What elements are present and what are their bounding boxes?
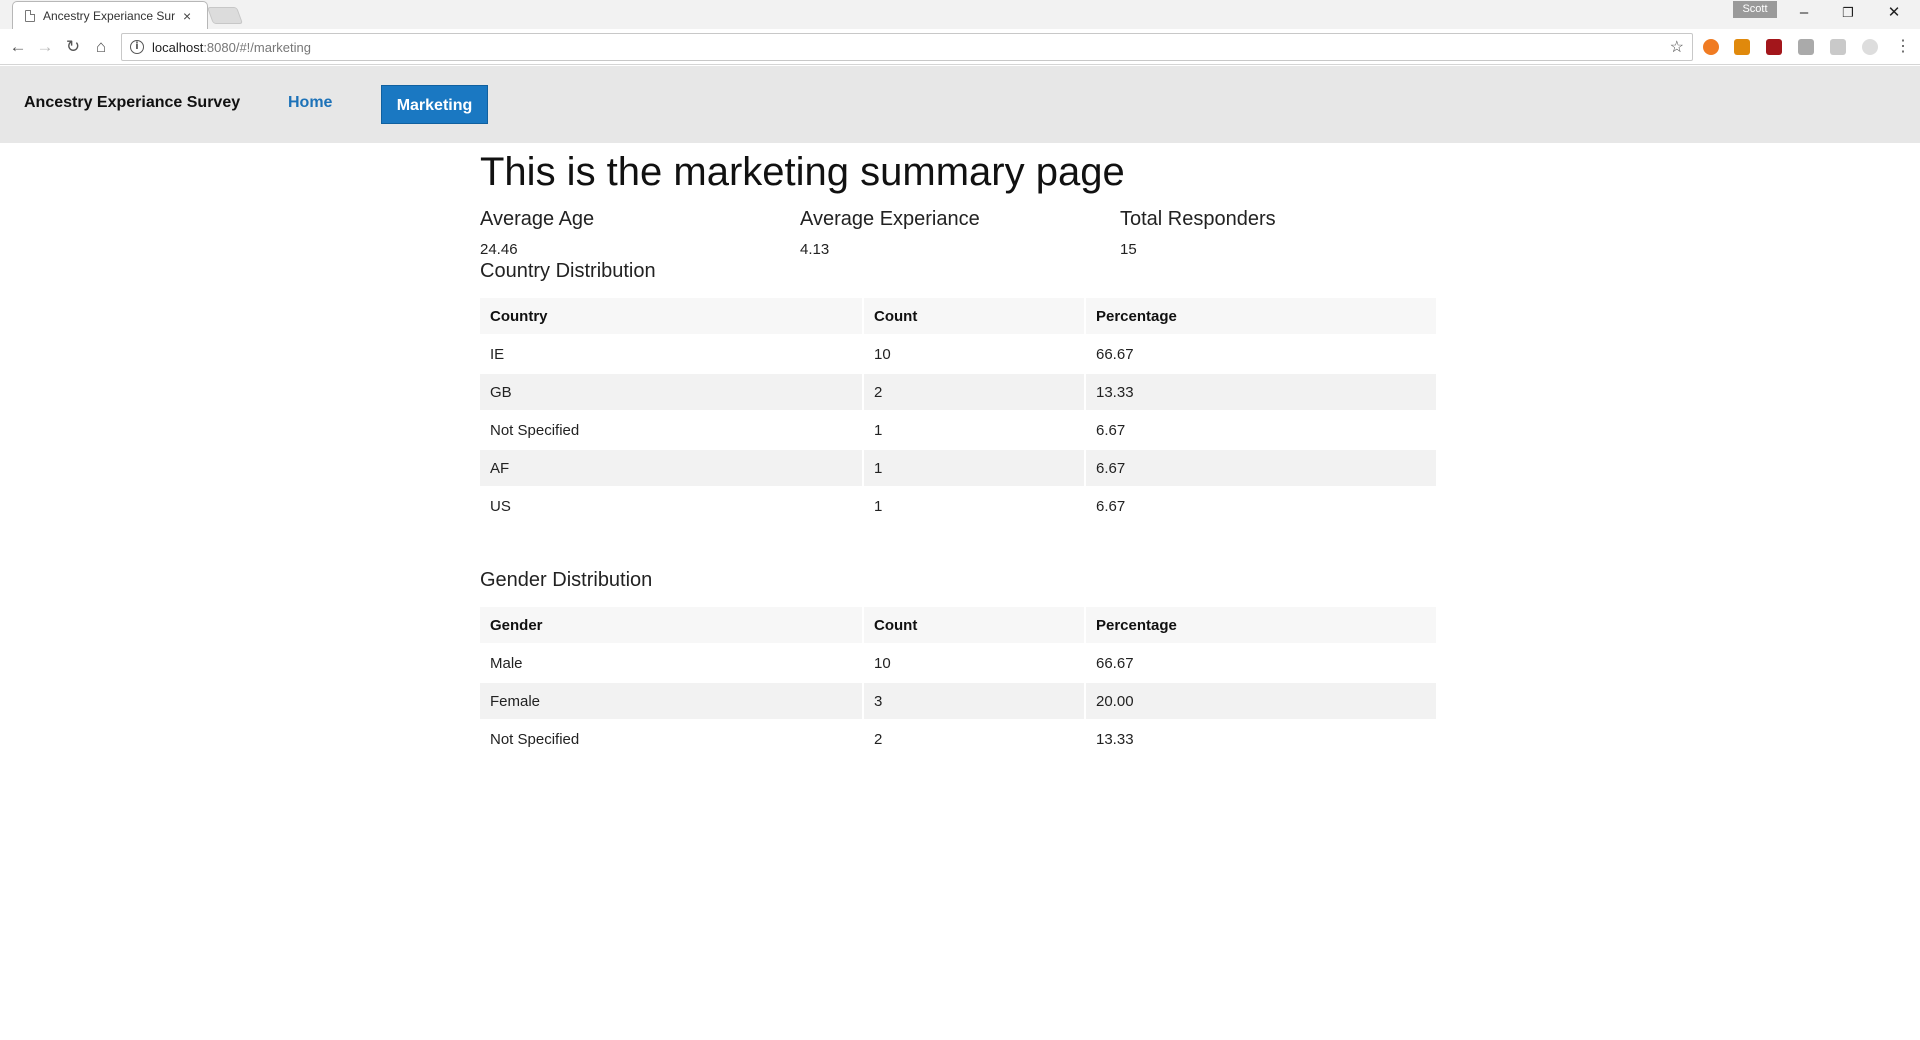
restore-icon[interactable]: ❐ bbox=[1826, 2, 1870, 24]
table-row: US 1 6.67 bbox=[480, 488, 1436, 524]
extension-icon[interactable] bbox=[1830, 39, 1846, 55]
menu-kebab-icon[interactable]: ⋮ bbox=[1890, 34, 1916, 60]
ublock-shield-icon[interactable] bbox=[1766, 39, 1782, 55]
stats-row: Average Age 24.46 Average Experiance 4.1… bbox=[480, 207, 1440, 259]
site-brand[interactable]: Ancestry Experiance Survey bbox=[24, 94, 240, 112]
column-header: Gender bbox=[480, 607, 862, 643]
tab-title: Ancestry Experiance Surv bbox=[43, 8, 175, 23]
table-cell: GB bbox=[480, 374, 862, 410]
table-cell: 3 bbox=[864, 683, 1084, 719]
window-close-icon[interactable]: ✕ bbox=[1872, 2, 1916, 24]
stat-average-experiance: Average Experiance 4.13 bbox=[800, 207, 1120, 259]
nav-home-link[interactable]: Home bbox=[288, 94, 332, 112]
table-cell: 6.67 bbox=[1086, 450, 1436, 486]
column-header: Percentage bbox=[1086, 298, 1436, 334]
table-cell: 10 bbox=[874, 345, 891, 363]
table-cell: US bbox=[490, 497, 511, 515]
table-cell: AF bbox=[480, 450, 862, 486]
stat-value: 4.13 bbox=[800, 241, 830, 258]
table-cell: 66.67 bbox=[1096, 345, 1134, 363]
table-cell: IE bbox=[490, 345, 505, 363]
table-cell: 2 bbox=[864, 374, 1084, 410]
stat-value: 15 bbox=[1120, 241, 1137, 258]
main-content: This is the marketing summary page Avera… bbox=[480, 143, 1440, 759]
table-cell: Not Specified bbox=[490, 421, 580, 439]
table-row: IE 10 66.67 bbox=[480, 336, 1436, 372]
reload-icon[interactable]: ↻ bbox=[60, 34, 86, 60]
table-cell: 6.67 bbox=[1096, 497, 1126, 515]
stat-label: Average Age bbox=[480, 208, 595, 230]
table-row: GB 2 13.33 bbox=[480, 374, 1436, 410]
table-cell: 1 bbox=[874, 421, 883, 439]
page-icon bbox=[25, 9, 35, 22]
address-bar[interactable]: i localhost:8080/#!/marketing ☆ bbox=[121, 33, 1693, 61]
country-distribution-section: Country Distribution Country Count Perce… bbox=[480, 259, 1440, 526]
table-cell: 2 bbox=[874, 730, 883, 748]
table-row: Female 3 20.00 bbox=[480, 683, 1436, 719]
extension-icon[interactable] bbox=[1734, 39, 1750, 55]
table-header-row: Country Count Percentage bbox=[480, 298, 1436, 334]
table-header-row: Gender Count Percentage bbox=[480, 607, 1436, 643]
stat-total-responders: Total Responders 15 bbox=[1120, 207, 1440, 259]
section-title: Country Distribution bbox=[480, 260, 656, 282]
page-title: This is the marketing summary page bbox=[480, 150, 1125, 194]
browser-toolbar: ← → ↻ ⌂ i localhost:8080/#!/marketing ☆ … bbox=[0, 29, 1920, 65]
column-header: Count bbox=[864, 298, 1084, 334]
stat-label: Average Experiance bbox=[800, 208, 980, 230]
minimize-icon[interactable]: – bbox=[1782, 2, 1826, 24]
gender-distribution-section: Gender Distribution Gender Count Percent… bbox=[480, 568, 1440, 759]
table-cell: 13.33 bbox=[1096, 730, 1134, 748]
stat-label: Total Responders bbox=[1120, 208, 1276, 230]
info-icon[interactable]: i bbox=[130, 40, 144, 54]
nav-marketing-link[interactable]: Marketing bbox=[381, 85, 488, 124]
column-header: Count bbox=[864, 607, 1084, 643]
table-cell: 1 bbox=[864, 450, 1084, 486]
back-arrow-icon[interactable]: ← bbox=[5, 34, 31, 60]
browser-tab[interactable]: Ancestry Experiance Surv × bbox=[12, 1, 208, 29]
table-cell: 66.67 bbox=[1096, 654, 1134, 672]
extension-icon[interactable] bbox=[1798, 39, 1814, 55]
browser-tabstrip: Ancestry Experiance Surv × Scott – ❐ ✕ bbox=[0, 0, 1920, 29]
url-host: localhost bbox=[152, 39, 204, 55]
tab-close-icon[interactable]: × bbox=[183, 9, 191, 23]
profile-badge[interactable]: Scott bbox=[1733, 1, 1777, 18]
site-navbar: Ancestry Experiance Survey Home Marketin… bbox=[0, 66, 1920, 143]
table-row: AF 1 6.67 bbox=[480, 450, 1436, 486]
table-cell: Female bbox=[480, 683, 862, 719]
country-table: Country Count Percentage IE 10 66.67 GB … bbox=[478, 296, 1438, 526]
extension-icon[interactable] bbox=[1703, 39, 1719, 55]
extension-icon[interactable] bbox=[1862, 39, 1878, 55]
table-row: Not Specified 2 13.33 bbox=[480, 721, 1436, 757]
url-text[interactable]: localhost:8080/#!/marketing bbox=[152, 40, 1670, 55]
section-title: Gender Distribution bbox=[480, 569, 653, 591]
table-cell: Male bbox=[490, 654, 523, 672]
url-path: :8080/#!/marketing bbox=[203, 39, 311, 55]
bookmark-star-icon[interactable]: ☆ bbox=[1670, 37, 1684, 57]
column-header: Country bbox=[480, 298, 862, 334]
new-tab-button[interactable] bbox=[206, 7, 244, 24]
gender-table: Gender Count Percentage Male 10 66.67 Fe… bbox=[478, 605, 1438, 759]
forward-arrow-icon[interactable]: → bbox=[32, 34, 58, 60]
table-cell: 13.33 bbox=[1086, 374, 1436, 410]
table-cell: 6.67 bbox=[1096, 421, 1126, 439]
table-cell: 20.00 bbox=[1086, 683, 1436, 719]
table-cell: Not Specified bbox=[490, 730, 580, 748]
table-cell: 1 bbox=[874, 497, 883, 515]
table-row: Not Specified 1 6.67 bbox=[480, 412, 1436, 448]
stat-average-age: Average Age 24.46 bbox=[480, 207, 800, 259]
home-icon[interactable]: ⌂ bbox=[88, 34, 114, 60]
column-header: Percentage bbox=[1086, 607, 1436, 643]
table-cell: 10 bbox=[874, 654, 891, 672]
table-row: Male 10 66.67 bbox=[480, 645, 1436, 681]
stat-value: 24.46 bbox=[480, 241, 518, 258]
